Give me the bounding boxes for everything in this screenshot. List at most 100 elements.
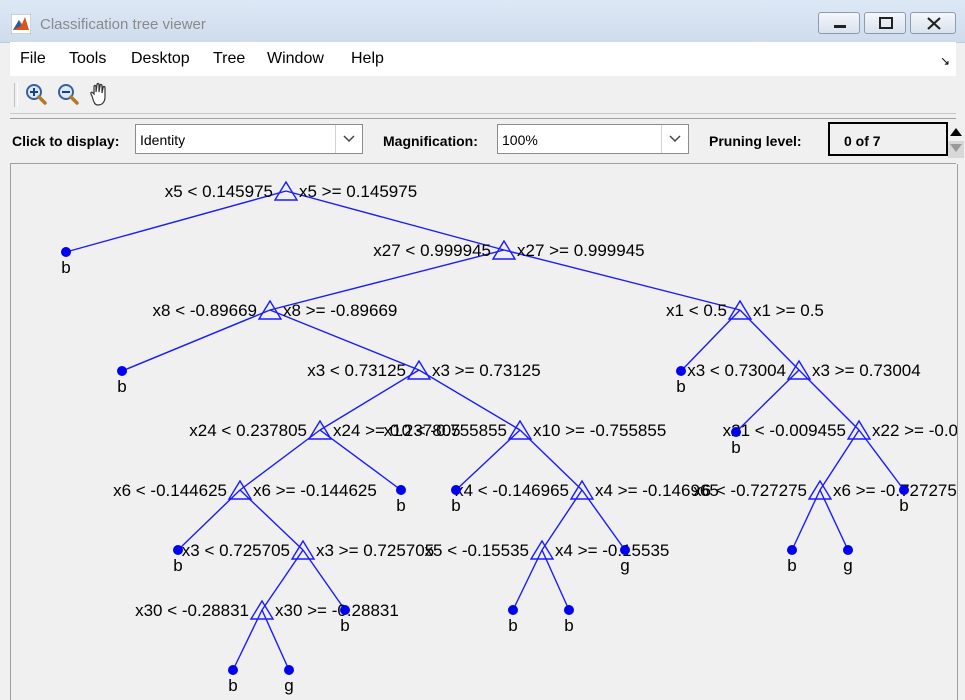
matlab-icon — [11, 14, 31, 34]
leaf-dot[interactable] — [843, 545, 853, 555]
dock-arrow-icon[interactable]: ↘ — [940, 54, 950, 68]
pruning-level-field[interactable]: 0 of 7 — [828, 122, 948, 156]
leaf-dot[interactable] — [620, 545, 630, 555]
close-button[interactable] — [910, 12, 956, 34]
leaf-dot[interactable] — [284, 665, 294, 675]
leaf-dot[interactable] — [899, 485, 909, 495]
menu-tree[interactable]: Tree — [213, 50, 245, 68]
branch-node[interactable]: x3 < 0.73125 x3 >= 0.73125 — [307, 359, 541, 380]
branch-right-rule: x27 >= 0.999945 — [517, 241, 645, 260]
leaf-dot[interactable] — [61, 247, 71, 257]
leaf-node[interactable]: b — [228, 665, 238, 695]
leaf-class-label: b — [173, 556, 182, 575]
pan-hand-icon[interactable] — [86, 82, 112, 108]
leaf-dot[interactable] — [564, 605, 574, 615]
branch-right-rule: x10 >= -0.755855 — [533, 421, 666, 440]
zoom-in-icon[interactable] — [23, 82, 49, 108]
branch-left-rule: x6 < -0.727275 — [693, 481, 807, 500]
leaf-class-label: b — [731, 438, 740, 457]
leaf-dot[interactable] — [451, 485, 461, 495]
leaf-class-label: g — [843, 556, 852, 575]
branch-right-rule: x3 >= 0.73125 — [432, 361, 541, 380]
tree-viewer-window: Classification tree viewer File Tools De… — [0, 0, 965, 700]
leaf-class-label: b — [61, 258, 70, 277]
branch-left-rule: x21 < -0.009455 — [723, 421, 846, 440]
branch-left-rule: x1 < 0.5 — [666, 301, 727, 320]
branch-right-rule: x6 >= -0.727275 — [833, 481, 957, 500]
branch-left-rule: x5 < 0.145975 — [165, 182, 273, 201]
branch-node[interactable]: x1 < 0.5 x1 >= 0.5 — [666, 299, 824, 320]
branch-node[interactable]: x3 < 0.73004 x3 >= 0.73004 — [687, 359, 921, 380]
branch-node[interactable]: x10 < -0.755855 x10 >= -0.755855 — [384, 419, 667, 440]
branch-left-rule: x6 < -0.144625 — [113, 481, 227, 500]
maximize-icon — [879, 17, 893, 29]
leaf-node[interactable]: b — [173, 545, 183, 575]
display-select[interactable]: Identity — [135, 124, 363, 154]
branch-right-rule: x22 >= -0.0 — [872, 421, 957, 440]
branch-left-rule: x4 < -0.146965 — [455, 481, 569, 500]
leaf-dot[interactable] — [676, 366, 686, 376]
leaf-node[interactable]: g — [620, 545, 630, 575]
menu-window[interactable]: Window — [267, 50, 324, 68]
leaf-node[interactable]: b — [451, 485, 461, 515]
leaf-node[interactable]: b — [508, 605, 518, 635]
leaf-class-label: b — [787, 556, 796, 575]
branch-left-rule: x27 < 0.999945 — [373, 241, 491, 260]
leaf-node[interactable]: b — [731, 427, 741, 457]
leaf-dot[interactable] — [117, 366, 127, 376]
tree-canvas[interactable]: x5 < 0.145975 x5 >= 0.145975 x27 < 0.99994… — [10, 164, 958, 700]
menu-tools[interactable]: Tools — [69, 50, 106, 68]
branch-node[interactable]: x6 < -0.144625 x6 >= -0.144625 — [113, 479, 377, 500]
branch-node[interactable]: x21 < -0.009455 x22 >= -0.0 — [723, 419, 957, 440]
branch-left-rule: x3 < 0.73125 — [307, 361, 406, 380]
branch-left-rule: x3 < 0.725705 — [182, 541, 290, 560]
branch-right-rule: x3 >= 0.725705 — [316, 541, 434, 560]
branch-node[interactable]: x5 < 0.145975 x5 >= 0.145975 — [165, 180, 417, 201]
branch-node[interactable]: x8 < -0.89669 x8 >= -0.89669 — [153, 299, 398, 320]
leaf-node[interactable]: b — [787, 545, 797, 575]
leaf-node[interactable]: g — [843, 545, 853, 575]
leaf-node[interactable]: g — [284, 665, 294, 695]
classification-tree[interactable]: x5 < 0.145975 x5 >= 0.145975 x27 < 0.99994… — [11, 164, 957, 700]
zoom-out-icon[interactable] — [55, 82, 81, 108]
menu-help[interactable]: Help — [351, 50, 384, 68]
leaf-dot[interactable] — [508, 605, 518, 615]
leaf-class-label: g — [284, 676, 293, 695]
leaf-class-label: b — [451, 496, 460, 515]
leaf-dot[interactable] — [228, 665, 238, 675]
leaf-class-label: b — [117, 377, 126, 396]
branch-node[interactable]: x5 < -0.15535 x4 >= -0.15535 — [425, 539, 670, 560]
leaf-node[interactable]: b — [61, 247, 71, 277]
leaf-dot[interactable] — [340, 605, 350, 615]
leaf-dot[interactable] — [731, 427, 741, 437]
branch-node[interactable]: x27 < 0.999945 x27 >= 0.999945 — [373, 239, 645, 260]
title-bar[interactable]: Classification tree viewer — [0, 0, 965, 43]
chevron-down-icon[interactable] — [661, 125, 688, 153]
menu-desktop[interactable]: Desktop — [131, 50, 190, 68]
leaf-dot[interactable] — [396, 485, 406, 495]
branch-right-rule: x3 >= 0.73004 — [812, 361, 921, 380]
leaf-dot[interactable] — [173, 545, 183, 555]
leaf-node[interactable]: b — [117, 366, 127, 396]
pruning-spinner[interactable] — [948, 122, 964, 158]
branch-right-rule: x8 >= -0.89669 — [283, 301, 397, 320]
display-label: Click to display: — [12, 133, 120, 149]
leaf-class-label: b — [508, 616, 517, 635]
leaf-node[interactable]: b — [396, 485, 406, 515]
branch-node[interactable]: x6 < -0.727275 x6 >= -0.727275 — [693, 479, 957, 500]
leaf-node[interactable]: b — [676, 366, 686, 396]
maximize-button[interactable] — [864, 12, 906, 34]
leaf-class-label: b — [396, 496, 405, 515]
branch-left-rule: x5 < -0.15535 — [425, 541, 529, 560]
leaf-node[interactable]: b — [340, 605, 350, 635]
leaf-class-label: b — [340, 616, 349, 635]
leaf-node[interactable]: b — [564, 605, 574, 635]
leaf-dot[interactable] — [787, 545, 797, 555]
leaf-node[interactable]: b — [899, 485, 909, 515]
chevron-down-icon[interactable] — [335, 125, 362, 153]
minimize-button[interactable] — [818, 12, 860, 34]
display-value: Identity — [140, 132, 186, 148]
branch-left-rule: x30 < -0.28831 — [135, 601, 249, 620]
menu-file[interactable]: File — [20, 50, 46, 68]
magnification-select[interactable]: 100% — [497, 124, 689, 154]
